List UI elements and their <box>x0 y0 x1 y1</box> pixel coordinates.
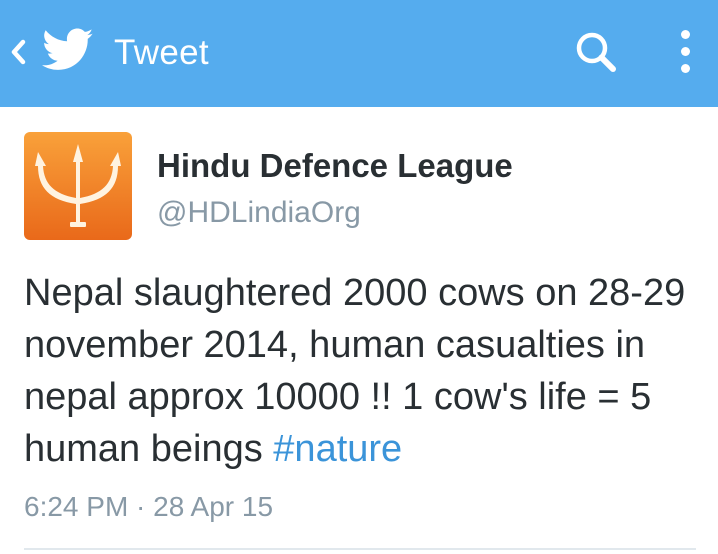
twitter-bird-icon <box>42 28 94 74</box>
app-header: Tweet <box>0 0 718 107</box>
header-title: Tweet <box>114 33 209 72</box>
back-button[interactable] <box>6 34 32 70</box>
search-button[interactable] <box>572 28 620 76</box>
search-icon <box>576 32 616 72</box>
avatar[interactable] <box>24 132 132 240</box>
tweet-timestamp: 6:24 PM · 28 Apr 15 <box>24 491 274 522</box>
author-name[interactable]: Hindu Defence League <box>157 145 513 187</box>
tweet-text: Nepal slaughtered 2000 cows on 28-29 nov… <box>24 267 704 475</box>
author-handle[interactable]: @HDLindiaOrg <box>157 193 361 233</box>
chevron-left-icon <box>11 39 26 65</box>
hashtag-link[interactable]: #nature <box>273 428 402 470</box>
divider <box>24 548 696 550</box>
more-options-button[interactable] <box>668 26 704 78</box>
trident-icon <box>24 132 132 240</box>
